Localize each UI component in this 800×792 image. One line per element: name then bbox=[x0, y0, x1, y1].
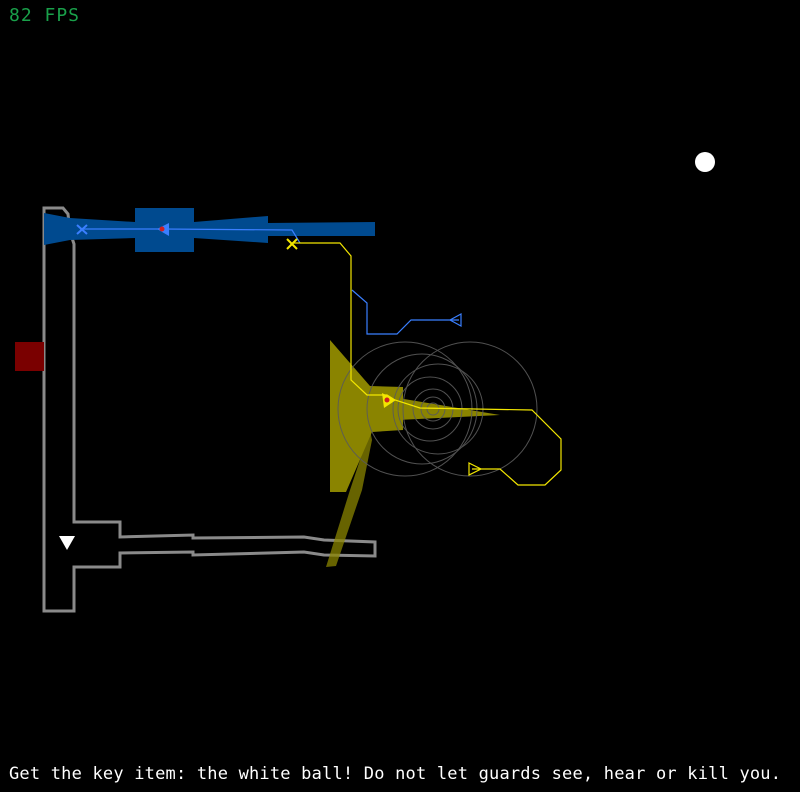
blue-guard-vision bbox=[44, 208, 375, 252]
corridor-outline bbox=[42, 206, 377, 613]
x-waypoint-icon bbox=[286, 238, 298, 250]
fps-counter: 82 FPS bbox=[9, 5, 81, 26]
player-triangle-icon bbox=[59, 536, 75, 550]
game-map bbox=[15, 152, 715, 613]
white-ball-key-item bbox=[695, 152, 715, 172]
objective-text: Get the key item: the white ball! Do not… bbox=[9, 764, 782, 784]
door-block bbox=[15, 342, 44, 371]
